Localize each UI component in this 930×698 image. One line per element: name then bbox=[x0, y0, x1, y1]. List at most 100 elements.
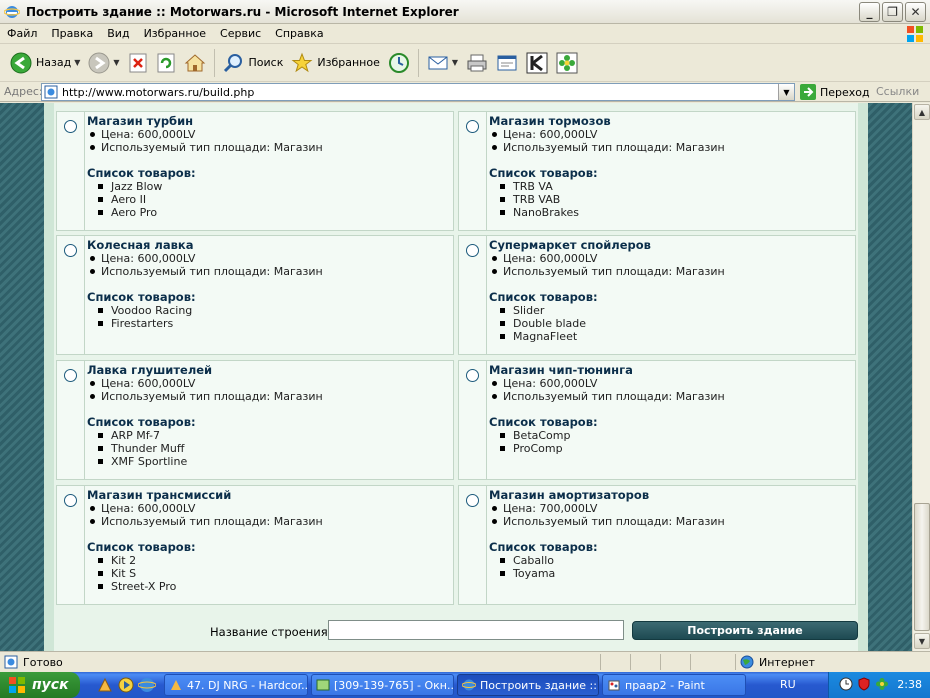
building-radio[interactable] bbox=[466, 244, 479, 257]
stop-button[interactable] bbox=[124, 47, 152, 79]
product-item: ARP Mf-7 bbox=[87, 429, 449, 442]
building-radio[interactable] bbox=[64, 494, 77, 507]
quicklaunch-winamp-icon[interactable] bbox=[96, 676, 114, 694]
products-title: Список товаров: bbox=[489, 540, 598, 554]
menu-tools[interactable]: Сервис bbox=[213, 27, 268, 40]
start-label: пуск bbox=[32, 677, 69, 693]
building-name: Магазин чип-тюнинга bbox=[489, 363, 633, 377]
minimize-icon: _ bbox=[866, 5, 873, 19]
mail-icon bbox=[428, 56, 448, 69]
messenger-button[interactable] bbox=[552, 47, 582, 79]
history-button[interactable] bbox=[384, 47, 414, 79]
restore-button[interactable]: ❐ bbox=[882, 2, 903, 22]
address-bar: Адрес: http://www.motorwars.ru/build.php… bbox=[0, 82, 930, 102]
building-price: Цена: 600,000LV bbox=[87, 128, 449, 141]
forward-button[interactable]: ▼ bbox=[84, 47, 123, 79]
building-radio[interactable] bbox=[466, 494, 479, 507]
go-arrow-icon bbox=[800, 84, 816, 100]
language-indicator[interactable]: RU bbox=[780, 678, 796, 691]
task-ie-build[interactable]: Построить здание ::... bbox=[457, 674, 599, 696]
building-area: Используемый тип площади: Магазин bbox=[87, 141, 449, 154]
tray-flower-icon[interactable] bbox=[875, 677, 889, 691]
menu-bar: Файл Правка Вид Избранное Сервис Справка bbox=[0, 24, 930, 44]
product-item: Kit S bbox=[87, 567, 449, 580]
menu-file[interactable]: Файл bbox=[0, 27, 44, 40]
minimize-button[interactable]: _ bbox=[859, 2, 880, 22]
building-radio[interactable] bbox=[466, 369, 479, 382]
close-button[interactable]: ✕ bbox=[905, 2, 926, 22]
globe-icon bbox=[740, 655, 754, 669]
links-label[interactable]: Ссылки bbox=[876, 85, 919, 98]
building-card-wheels: Колесная лавка Цена: 600,000LV Используе… bbox=[56, 235, 454, 355]
menu-view[interactable]: Вид bbox=[100, 27, 136, 40]
product-item: Street-X Pro bbox=[87, 580, 449, 593]
scrollbar-thumb[interactable] bbox=[914, 503, 930, 631]
print-button[interactable] bbox=[462, 47, 492, 79]
vertical-scrollbar[interactable]: ▲ ▼ bbox=[912, 103, 930, 651]
task-winamp[interactable]: 47. DJ NRG - Hardcor... bbox=[164, 674, 308, 696]
home-button[interactable] bbox=[180, 47, 210, 79]
products-title: Список товаров: bbox=[87, 415, 196, 429]
product-item: TRB VA bbox=[489, 180, 851, 193]
build-button[interactable]: Построить здание bbox=[632, 621, 858, 640]
favorites-button[interactable]: Избранное bbox=[287, 47, 383, 79]
start-button[interactable]: пуск bbox=[0, 672, 80, 698]
windows-flag-icon bbox=[907, 26, 923, 42]
windows-logo-icon bbox=[9, 677, 25, 693]
paint-icon bbox=[608, 680, 620, 691]
mail-button[interactable]: ▼ bbox=[423, 47, 462, 79]
quicklaunch-ie-icon[interactable] bbox=[138, 676, 156, 694]
quicklaunch-media-icon[interactable] bbox=[117, 676, 135, 694]
scroll-up-icon[interactable]: ▲ bbox=[914, 104, 930, 120]
product-item: Jazz Blow bbox=[87, 180, 449, 193]
refresh-button[interactable] bbox=[152, 47, 180, 79]
building-name: Супермаркет спойлеров bbox=[489, 238, 651, 252]
building-name: Магазин тормозов bbox=[489, 114, 611, 128]
go-button[interactable]: Переход bbox=[800, 84, 870, 100]
products-title: Список товаров: bbox=[87, 166, 196, 180]
product-item: TRB VAB bbox=[489, 193, 851, 206]
security-zone: Интернет bbox=[740, 655, 815, 669]
address-url: http://www.motorwars.ru/build.php bbox=[62, 85, 255, 99]
products-title: Список товаров: bbox=[489, 415, 598, 429]
menu-edit[interactable]: Правка bbox=[44, 27, 100, 40]
edit-button[interactable] bbox=[492, 47, 522, 79]
building-name-input[interactable] bbox=[328, 620, 624, 640]
tray-clock-app-icon[interactable] bbox=[839, 677, 853, 691]
building-radio[interactable] bbox=[466, 120, 479, 133]
radio-cell bbox=[57, 236, 85, 354]
address-dropdown-icon[interactable]: ▼ bbox=[778, 84, 794, 100]
status-separator bbox=[630, 654, 631, 670]
building-card-turbines: Магазин турбин Цена: 600,000LV Используе… bbox=[56, 111, 454, 231]
shield-icon[interactable] bbox=[857, 677, 871, 691]
building-radio[interactable] bbox=[64, 244, 77, 257]
building-radio[interactable] bbox=[64, 369, 77, 382]
product-item: Toyama bbox=[489, 567, 851, 580]
k-button[interactable] bbox=[522, 47, 552, 79]
products-title: Список товаров: bbox=[87, 540, 196, 554]
product-item: Voodoo Racing bbox=[87, 304, 449, 317]
k-icon bbox=[526, 52, 548, 73]
status-separator bbox=[735, 654, 736, 670]
building-area: Используемый тип площади: Магазин bbox=[489, 515, 851, 528]
scroll-down-icon[interactable]: ▼ bbox=[914, 633, 930, 649]
radio-cell bbox=[459, 361, 487, 479]
menu-favorites[interactable]: Избранное bbox=[137, 27, 213, 40]
search-button[interactable]: Поиск bbox=[219, 47, 288, 79]
task-paint[interactable]: праар2 - Paint bbox=[602, 674, 746, 696]
back-button[interactable]: Назад ▼ bbox=[6, 47, 84, 79]
menu-help[interactable]: Справка bbox=[268, 27, 330, 40]
forward-dropdown-icon[interactable]: ▼ bbox=[113, 58, 119, 67]
building-card-brakes: Магазин тормозов Цена: 600,000LV Использ… bbox=[458, 111, 856, 231]
back-dropdown-icon[interactable]: ▼ bbox=[74, 58, 80, 67]
product-item: Double blade bbox=[489, 317, 851, 330]
mail-dropdown-icon[interactable]: ▼ bbox=[452, 58, 458, 67]
status-separator bbox=[690, 654, 691, 670]
building-radio[interactable] bbox=[64, 120, 77, 133]
task-chat-window[interactable]: [309-139-765] - Окн... bbox=[311, 674, 454, 696]
refresh-icon bbox=[157, 53, 175, 72]
building-price: Цена: 700,000LV bbox=[489, 502, 851, 515]
address-input[interactable]: http://www.motorwars.ru/build.php ▼ bbox=[41, 83, 795, 101]
status-text: Готово bbox=[23, 655, 63, 669]
building-card-transmission: Магазин трансмиссий Цена: 600,000LV Испо… bbox=[56, 485, 454, 605]
